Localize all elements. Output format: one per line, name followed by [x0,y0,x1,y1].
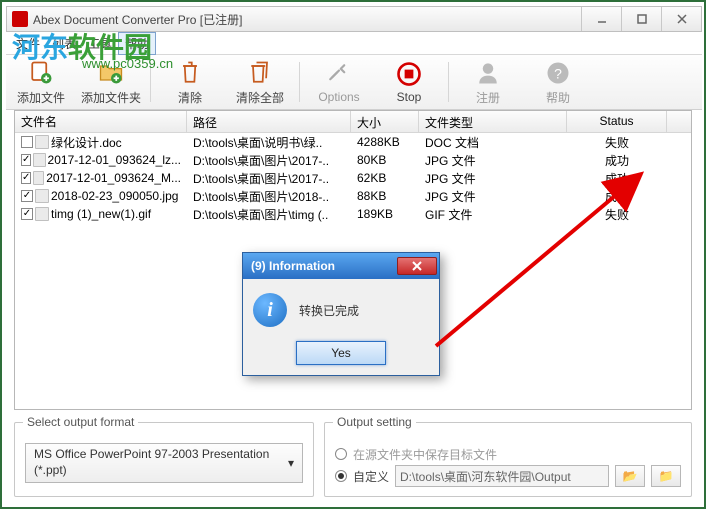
menubar: 文件 列表 工具 帮助 [6,32,702,54]
output-format-legend: Select output format [23,415,138,429]
cell-size: 62KB [351,171,419,185]
cell-size: 4288KB [351,135,419,149]
file-icon [35,207,49,221]
app-icon [12,11,28,27]
info-icon: i [253,293,287,327]
cell-type: GIF 文件 [419,206,567,223]
row-checkbox[interactable]: ✓ [21,154,31,166]
clear-label: 清除 [155,89,225,106]
stop-button[interactable]: Stop [374,60,444,104]
help-button[interactable]: ? 帮助 [523,59,593,106]
output-setting-legend: Output setting [333,415,416,429]
file-icon [33,153,45,167]
cell-type: JPG 文件 [419,188,567,205]
file-icon [35,135,49,149]
cell-size: 80KB [351,153,419,167]
row-checkbox[interactable] [21,136,33,148]
cell-path: D:\tools\桌面\图片\2018-.. [187,188,351,205]
cell-type: DOC 文档 [419,134,567,151]
col-path[interactable]: 路径 [187,111,351,132]
chevron-down-icon: ▾ [288,456,294,470]
row-checkbox[interactable]: ✓ [21,208,33,220]
row-checkbox[interactable]: ✓ [21,190,33,202]
save-in-source-radio[interactable]: 在源文件夹中保存目标文件 [335,443,681,465]
cell-path: D:\tools\桌面\图片\2017-.. [187,152,351,169]
custom-path-radio[interactable]: 自定义 📂 📁 [335,465,681,487]
cell-name: 2017-12-01_093624_M... [46,171,181,185]
cell-status: 成功 [567,188,667,205]
output-format-value: MS Office PowerPoint 97-2003 Presentatio… [34,447,294,478]
cell-path: D:\tools\桌面\图片\timg (.. [187,206,351,223]
register-button[interactable]: 注册 [453,59,523,106]
menu-tools[interactable]: 工具 [82,33,118,54]
help-label: 帮助 [523,89,593,106]
table-row[interactable]: ✓ 2017-12-01_093624_lz... D:\tools\桌面\图片\2… [15,151,691,169]
output-format-panel: Select output format MS Office PowerPoin… [14,422,314,497]
col-name[interactable]: 文件名 [15,111,187,132]
cell-status: 失败 [567,206,667,223]
menu-help[interactable]: 帮助 [118,32,156,55]
close-button[interactable] [661,7,701,31]
clear-all-button[interactable]: 清除全部 [225,59,295,106]
window-title: Abex Document Converter Pro [已注册] [33,11,581,28]
titlebar: Abex Document Converter Pro [已注册] [6,6,702,32]
dialog-message: 转换已完成 [299,302,359,319]
add-file-button[interactable]: 添加文件 [6,59,76,106]
cell-status: 成功 [567,152,667,169]
info-dialog: (9) Information i 转换已完成 Yes [242,252,440,376]
row-checkbox[interactable]: ✓ [21,172,31,184]
table-row[interactable]: ✓ timg (1)_new(1).gif D:\tools\桌面\图片\timg … [15,205,691,223]
file-icon [33,171,44,185]
maximize-button[interactable] [621,7,661,31]
menu-file[interactable]: 文件 [10,33,46,54]
dialog-yes-button[interactable]: Yes [296,341,386,365]
output-format-combo[interactable]: MS Office PowerPoint 97-2003 Presentatio… [25,443,303,483]
dialog-close-button[interactable] [397,257,437,275]
cell-name: 2018-02-23_090050.jpg [51,189,178,203]
cell-size: 88KB [351,189,419,203]
cell-name: timg (1)_new(1).gif [51,207,151,221]
options-button[interactable]: Options [304,60,374,104]
custom-path-label: 自定义 [353,468,389,485]
stop-label: Stop [374,90,444,104]
file-icon [35,189,49,203]
menu-list[interactable]: 列表 [46,33,82,54]
table-row[interactable]: ✓ 2017-12-01_093624_M... D:\tools\桌面\图片\20… [15,169,691,187]
cell-status: 失败 [567,134,667,151]
cell-path: D:\tools\桌面\图片\2017-.. [187,170,351,187]
add-file-label: 添加文件 [6,89,76,106]
output-path-input[interactable] [395,465,609,487]
cell-status: 成功 [567,170,667,187]
cell-path: D:\tools\桌面\说明书\绿.. [187,134,351,151]
browse-folder-button[interactable]: 📁 [651,465,681,487]
options-label: Options [304,90,374,104]
col-size[interactable]: 大小 [351,111,419,132]
table-row[interactable]: ✓ 2018-02-23_090050.jpg D:\tools\桌面\图片\201… [15,187,691,205]
clear-all-label: 清除全部 [225,89,295,106]
watermark-url: www.pc0359.cn [82,56,173,71]
cell-type: JPG 文件 [419,170,567,187]
save-in-source-label: 在源文件夹中保存目标文件 [353,446,497,463]
cell-name: 2017-12-01_093624_lz... [48,153,181,167]
col-status[interactable]: Status [567,111,667,132]
table-row[interactable]: 绿化设计.doc D:\tools\桌面\说明书\绿..4288KBDOC 文档失… [15,133,691,151]
svg-text:?: ? [554,65,562,81]
open-folder-button[interactable]: 📂 [615,465,645,487]
dialog-title: (9) Information [245,259,397,273]
cell-size: 189KB [351,207,419,221]
add-folder-label: 添加文件夹 [76,89,146,106]
cell-name: 绿化设计.doc [51,134,122,151]
minimize-button[interactable] [581,7,621,31]
col-type[interactable]: 文件类型 [419,111,567,132]
output-setting-panel: Output setting 在源文件夹中保存目标文件 自定义 📂 📁 [324,422,692,497]
cell-type: JPG 文件 [419,152,567,169]
register-label: 注册 [453,89,523,106]
